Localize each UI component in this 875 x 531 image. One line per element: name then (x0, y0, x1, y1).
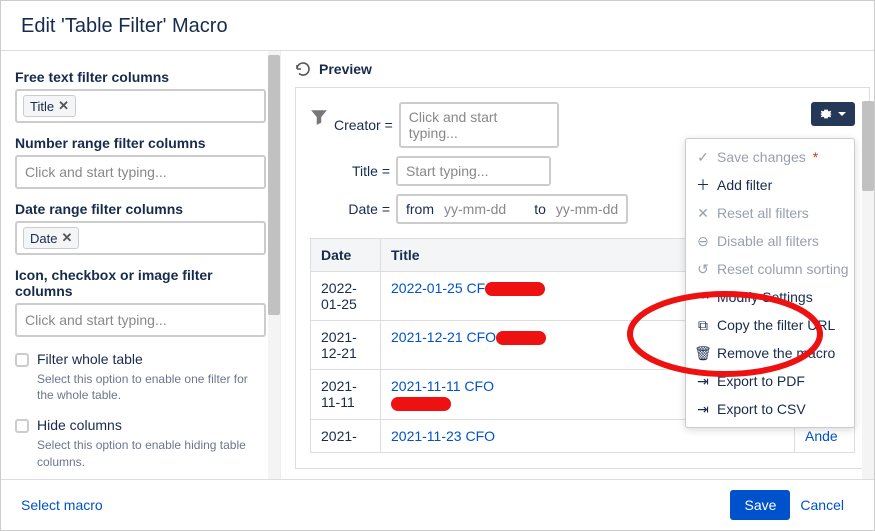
chevron-down-icon (837, 109, 847, 119)
date-filter-input[interactable]: from yy-mm-dd to yy-mm-dd (396, 194, 628, 224)
close-icon: ✕ (696, 206, 710, 220)
dialog-title: Edit 'Table Filter' Macro (21, 15, 854, 38)
date-range-label: Date range filter columns (15, 201, 266, 217)
filter-whole-table-row[interactable]: Filter whole table (15, 351, 266, 367)
menu-copy-url[interactable]: ⧉Copy the filter URL (686, 311, 854, 339)
menu-export-csv[interactable]: ⇥Export to CSV (686, 395, 854, 423)
select-macro-link[interactable]: Select macro (21, 497, 103, 513)
save-button[interactable]: Save (730, 490, 790, 520)
date-range-input[interactable]: Date ✕ (15, 221, 266, 255)
preview-header: Preview (295, 61, 870, 77)
filter-bar: Creator = Click and start typing... Titl… (310, 102, 855, 224)
hide-columns-row[interactable]: Hide columns (15, 417, 266, 433)
dialog-footer: Select macro Save Cancel (1, 479, 874, 530)
free-text-tag[interactable]: Title ✕ (23, 95, 76, 117)
filter-whole-table-checkbox[interactable] (15, 353, 29, 367)
title-filter-input[interactable]: Start typing... (396, 156, 551, 186)
filter-whole-table-label: Filter whole table (37, 351, 143, 367)
menu-add-filter[interactable]: ＋Add filter (686, 171, 854, 199)
row-title-link[interactable]: 2022-01-25 CF (391, 280, 485, 296)
preview-label: Preview (319, 61, 372, 77)
hide-columns-label: Hide columns (37, 417, 122, 433)
number-range-input[interactable]: Click and start typing... (15, 155, 266, 189)
date-filter-label: Date = (334, 201, 390, 217)
free-text-input[interactable]: Title ✕ (15, 89, 266, 123)
trash-icon: 🗑 (696, 346, 710, 360)
config-panel: Free text filter columns Title ✕ Number … (1, 51, 281, 479)
filter-whole-table-desc: Select this option to enable one filter … (37, 371, 266, 403)
cancel-button[interactable]: Cancel (790, 490, 854, 520)
dots-icon: ⋯ (696, 290, 710, 304)
free-text-label: Free text filter columns (15, 69, 266, 85)
preview-content: Creator = Click and start typing... Titl… (295, 87, 870, 469)
menu-export-pdf[interactable]: ⇥Export to PDF (686, 367, 854, 395)
icon-filter-label: Icon, checkbox or image filter columns (15, 267, 266, 299)
gear-icon (819, 107, 833, 121)
settings-dropdown: ✓Save changes* ＋Add filter ✕Reset all fi… (685, 138, 855, 428)
number-range-label: Number range filter columns (15, 135, 266, 151)
row-title-link[interactable]: 2021-11-11 CFO (391, 378, 494, 394)
date-tag[interactable]: Date ✕ (23, 227, 79, 249)
hide-columns-checkbox[interactable] (15, 419, 29, 433)
creator-filter-label: Creator = (334, 117, 393, 133)
row-title-link[interactable]: 2021-11-23 CFO (391, 428, 495, 444)
funnel-icon (310, 108, 328, 126)
settings-button[interactable] (811, 102, 855, 126)
dialog-body: Free text filter columns Title ✕ Number … (1, 51, 874, 479)
copy-icon: ⧉ (696, 318, 710, 332)
menu-disable-filters[interactable]: ⊖Disable all filters (686, 227, 854, 255)
check-icon: ✓ (696, 150, 710, 164)
icon-filter-input[interactable]: Click and start typing... (15, 303, 266, 337)
hide-columns-desc: Select this option to enable hiding tabl… (37, 437, 266, 469)
right-scrollbar[interactable] (862, 101, 874, 479)
title-filter-label: Title = (334, 163, 390, 179)
export-icon: ⇥ (696, 402, 710, 416)
remove-tag-icon[interactable]: ✕ (61, 230, 72, 246)
creator-filter-input[interactable]: Click and start typing... (399, 102, 559, 148)
menu-reset-sorting[interactable]: ↺Reset column sorting (686, 255, 854, 283)
preview-panel: Preview Creator = Click and start typing… (281, 51, 874, 479)
menu-remove-macro[interactable]: 🗑Remove the macro (686, 339, 854, 367)
macro-dialog: Edit 'Table Filter' Macro Free text filt… (0, 0, 875, 531)
menu-save-changes[interactable]: ✓Save changes* (686, 143, 854, 171)
row-creator-link[interactable]: Ande (805, 428, 838, 444)
export-icon: ⇥ (696, 374, 710, 388)
left-scrollbar[interactable] (268, 51, 280, 479)
remove-tag-icon[interactable]: ✕ (58, 98, 69, 114)
reset-icon: ↺ (696, 262, 710, 276)
menu-modify-settings[interactable]: ⋯Modify Settings (686, 283, 854, 311)
disable-icon: ⊖ (696, 234, 710, 248)
col-date[interactable]: Date (311, 239, 381, 272)
refresh-icon[interactable] (295, 61, 311, 77)
plus-icon: ＋ (696, 178, 710, 192)
menu-reset-filters[interactable]: ✕Reset all filters (686, 199, 854, 227)
row-title-link[interactable]: 2021-12-21 CFO (391, 329, 496, 345)
dialog-header: Edit 'Table Filter' Macro (1, 1, 874, 51)
